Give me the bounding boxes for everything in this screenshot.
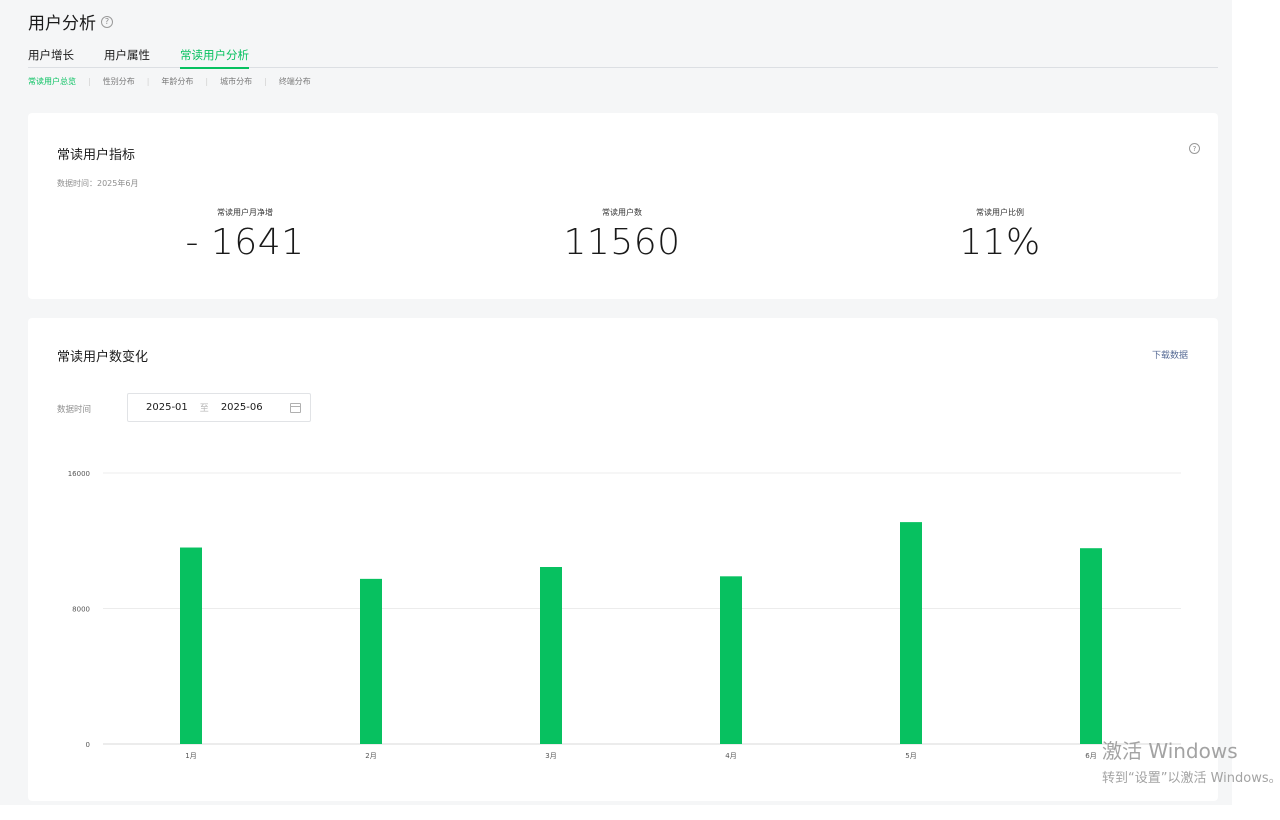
metric-frequent-users: 常读用户数 11560 (482, 207, 762, 263)
x-tick-label: 5月 (905, 752, 916, 760)
date-end[interactable]: 2025-06 (221, 402, 263, 413)
y-tick-label: 8000 (72, 606, 90, 614)
y-tick-label: 0 (86, 741, 90, 749)
subtab-overview[interactable]: 常读用户总览 (28, 76, 76, 87)
page: 用户分析 ? 用户增长 用户属性 常读用户分析 常读用户总览 | 性别分布 | … (0, 0, 1232, 805)
metric-label: 常读用户月净增 (217, 208, 273, 217)
x-tick-label: 4月 (725, 752, 736, 760)
help-icon[interactable]: ? (1189, 143, 1200, 154)
subtab-divider: | (88, 77, 91, 86)
bar[interactable] (360, 578, 382, 744)
bar[interactable] (540, 567, 562, 744)
date-separator: 至 (199, 404, 209, 414)
subtab-age[interactable]: 年龄分布 (161, 76, 193, 87)
subtab-gender[interactable]: 性别分布 (103, 76, 135, 87)
metric-value: 11% (959, 222, 1041, 263)
metrics-card: 常读用户指标 数据时间：2025年6月 ? 常读用户月净增 - 1641 常读用… (28, 113, 1218, 299)
subtab-divider: | (264, 77, 267, 86)
date-range-label: 数据时间 (57, 405, 92, 415)
x-tick-label: 1月 (185, 752, 196, 760)
windows-activation-watermark: 激活 Windows 转到“设置”以激活 Windows。 (1102, 735, 1280, 786)
calendar-icon[interactable] (290, 403, 301, 413)
page-title: 用户分析 ? (28, 9, 113, 34)
date-start[interactable]: 2025-01 (146, 402, 188, 413)
sub-tabs: 常读用户总览 | 性别分布 | 年龄分布 | 城市分布 | 终端分布 (28, 76, 311, 87)
main-tabs: 用户增长 用户属性 常读用户分析 (28, 47, 1218, 69)
metric-net-growth: 常读用户月净增 - 1641 (105, 207, 385, 263)
tab-user-attributes[interactable]: 用户属性 (104, 47, 150, 68)
metric-value: 11560 (563, 222, 681, 263)
x-tick-label: 3月 (545, 752, 556, 760)
tab-user-growth[interactable]: 用户增长 (28, 47, 74, 68)
metric-label: 常读用户比例 (976, 208, 1024, 217)
help-icon[interactable]: ? (101, 15, 113, 28)
date-range-picker[interactable]: 2025-01 至 2025-06 (127, 393, 311, 422)
bar-chart: 0 8000 16000 1月 2月 3月 4月 5月 6月 (68, 470, 1181, 760)
tab-frequent-reader-analysis[interactable]: 常读用户分析 (180, 47, 249, 69)
subtab-divider: | (146, 77, 150, 86)
metric-ratio: 常读用户比例 11% (860, 207, 1140, 263)
bar[interactable] (180, 547, 202, 744)
subtab-device[interactable]: 终端分布 (279, 76, 311, 87)
page-title-text: 用户分析 (28, 14, 96, 34)
bar[interactable] (720, 576, 742, 744)
x-tick-label: 2月 (365, 752, 376, 760)
subtab-city[interactable]: 城市分布 (220, 76, 252, 87)
y-tick-label: 16000 (68, 470, 90, 478)
chart-card-title: 常读用户数变化 (57, 350, 149, 365)
metric-label: 常读用户数 (602, 208, 642, 217)
chart-card: 常读用户数变化 下载数据 数据时间 2025-01 至 2025-06 0 800… (28, 318, 1218, 801)
bar[interactable] (900, 522, 922, 744)
bar[interactable] (1080, 548, 1102, 744)
download-data-link[interactable]: 下载数据 (1152, 348, 1188, 361)
metrics-card-title: 常读用户指标 (57, 148, 136, 163)
watermark-line2: 转到“设置”以激活 Windows。 (1102, 771, 1280, 786)
metric-value: - 1641 (185, 222, 305, 263)
metrics-data-time: 数据时间：2025年6月 (57, 179, 139, 188)
x-tick-label: 6月 (1085, 752, 1096, 760)
subtab-divider: | (205, 77, 209, 86)
watermark-line1: 激活 Windows (1102, 739, 1238, 763)
